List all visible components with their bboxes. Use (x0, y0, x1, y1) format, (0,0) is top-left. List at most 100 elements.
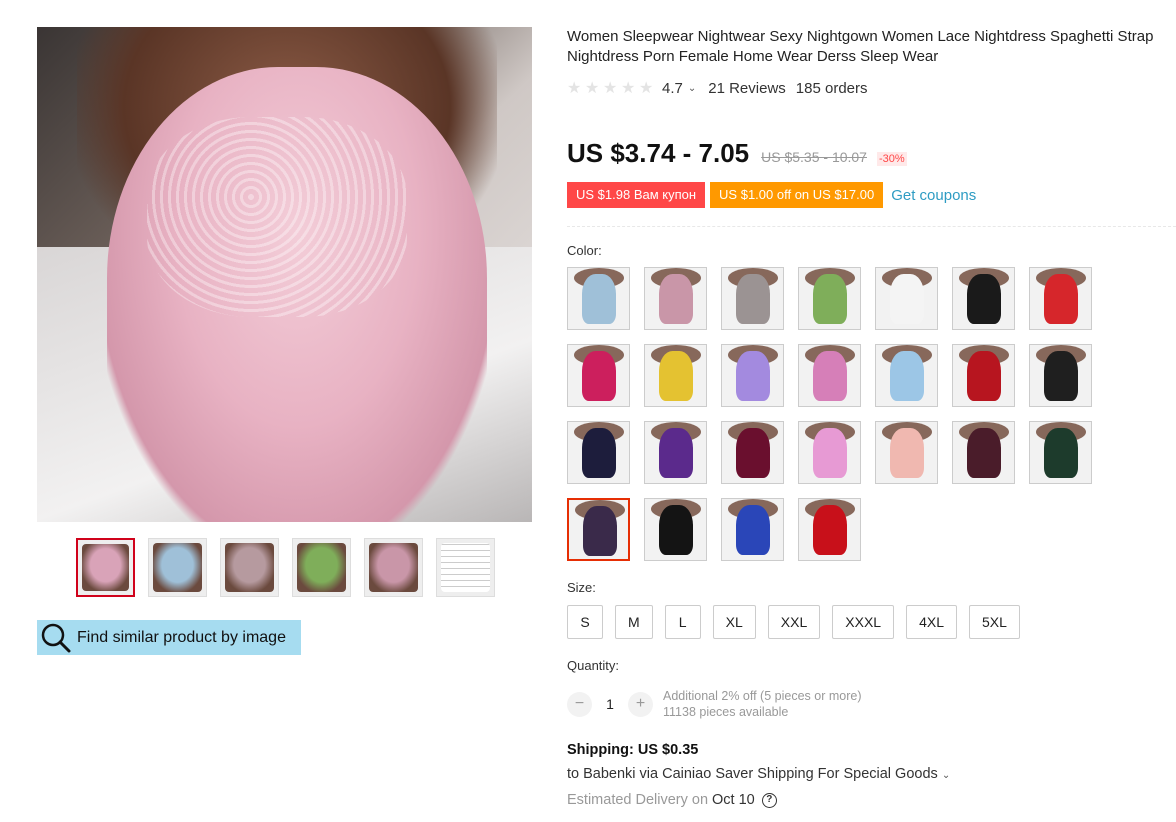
size-chart-image (441, 543, 490, 592)
estimated-delivery: Estimated Delivery on Oct 10 ? (567, 792, 777, 808)
reviews-link[interactable]: 21 Reviews (708, 80, 786, 97)
swatch-garment (583, 506, 617, 556)
swatch-garment (582, 274, 616, 324)
star-icon: ★ (639, 80, 654, 97)
swatch-garment (582, 428, 616, 478)
color-option[interactable] (721, 421, 784, 484)
color-option[interactable] (567, 421, 630, 484)
swatch-garment (659, 428, 693, 478)
size-option[interactable]: XXXL (832, 605, 895, 639)
delivery-date: Oct 10 (712, 792, 755, 808)
magnifier-icon (39, 621, 73, 655)
quantity-plus-button[interactable]: + (628, 691, 653, 717)
color-option[interactable] (1029, 421, 1092, 484)
swatch-garment (1044, 428, 1078, 478)
image-lace (147, 117, 407, 317)
color-option[interactable] (721, 498, 784, 561)
gallery-thumbnail[interactable] (292, 538, 351, 597)
color-options (567, 267, 1107, 561)
swatch-garment (736, 351, 770, 401)
swatch-garment (659, 505, 693, 555)
color-option[interactable] (567, 267, 630, 330)
chevron-down-icon: ⌄ (941, 770, 951, 781)
color-option[interactable] (798, 498, 861, 561)
rating-row: ★ ★ ★ ★ ★ 4.7 ⌄ 21 Reviews 185 orders (567, 80, 868, 97)
discount-badge: -30% (876, 152, 907, 166)
coupon-badge[interactable]: US $1.00 off on US $17.00 (710, 182, 884, 208)
divider (567, 226, 1176, 227)
rating-value[interactable]: 4.7 (662, 80, 683, 97)
orders-count: 185 orders (795, 80, 868, 97)
color-option[interactable] (644, 344, 707, 407)
coupons-row: US $1.98 Вам купон US $1.00 off on US $1… (567, 182, 976, 208)
gallery-thumbnail[interactable] (76, 538, 135, 597)
shipping-price: Shipping: US $0.35 (567, 742, 699, 758)
color-option[interactable] (1029, 344, 1092, 407)
swatch-garment (736, 428, 770, 478)
color-option[interactable] (952, 421, 1015, 484)
quantity-minus-button[interactable]: − (567, 691, 592, 717)
color-option[interactable] (644, 498, 707, 561)
size-option[interactable]: 4XL (906, 605, 957, 639)
size-option[interactable]: L (664, 605, 701, 639)
find-similar-button[interactable]: Find similar product by image (37, 620, 301, 655)
gallery-thumbnail[interactable] (148, 538, 207, 597)
color-option[interactable] (875, 344, 938, 407)
color-option[interactable] (567, 498, 630, 561)
size-options: S M L XL XXL XXXL 4XL 5XL (567, 605, 1020, 639)
color-option[interactable] (875, 421, 938, 484)
price-row: US $3.74 - 7.05 US $5.35 - 10.07 -30% (567, 138, 907, 169)
color-option[interactable] (798, 267, 861, 330)
chevron-down-icon[interactable]: ⌄ (688, 83, 696, 94)
quantity-label: Quantity: (567, 658, 620, 673)
gallery-thumbnail-size-chart[interactable] (436, 538, 495, 597)
swatch-garment (967, 274, 1001, 324)
main-product-image[interactable] (37, 27, 532, 522)
gallery-thumbnail[interactable] (364, 538, 423, 597)
color-option[interactable] (952, 344, 1015, 407)
star-icon: ★ (567, 80, 582, 97)
shipping-route[interactable]: to Babenki via Cainiao Saver Shipping Fo… (567, 766, 950, 782)
color-option[interactable] (875, 267, 938, 330)
quantity-value[interactable]: 1 (592, 696, 628, 712)
bulk-discount-text: Additional 2% off (5 pieces or more) (663, 689, 862, 703)
color-option[interactable] (644, 421, 707, 484)
swatch-garment (736, 274, 770, 324)
color-label: Color: (567, 243, 602, 258)
size-option[interactable]: S (567, 605, 603, 639)
swatch-garment (813, 274, 847, 324)
star-icon: ★ (585, 80, 600, 97)
get-coupons-link[interactable]: Get coupons (891, 187, 976, 204)
question-circle-icon[interactable]: ? (761, 792, 777, 808)
swatch-garment (890, 351, 924, 401)
color-option[interactable] (798, 344, 861, 407)
color-option[interactable] (567, 344, 630, 407)
rating-stars: ★ ★ ★ ★ ★ (567, 80, 654, 97)
quantity-stepper: − 1 + Additional 2% off (5 pieces or mor… (567, 688, 861, 720)
color-option[interactable] (798, 421, 861, 484)
color-option[interactable] (721, 267, 784, 330)
size-option[interactable]: M (615, 605, 653, 639)
size-label: Size: (567, 580, 596, 595)
color-option[interactable] (644, 267, 707, 330)
size-option[interactable]: XXL (767, 605, 821, 639)
gallery-thumbnail[interactable] (220, 538, 279, 597)
size-option[interactable]: XL (712, 605, 756, 639)
product-title: Women Sleepwear Nightwear Sexy Nightgown… (567, 28, 1154, 65)
coupon-badge[interactable]: US $1.98 Вам купон (567, 182, 706, 208)
thumbnail-strip (76, 538, 495, 597)
size-option[interactable]: 5XL (969, 605, 1020, 639)
swatch-garment (813, 351, 847, 401)
swatch-garment (890, 428, 924, 478)
color-option[interactable] (721, 344, 784, 407)
star-icon: ★ (603, 80, 618, 97)
stock-available-text: 11138 pieces available (663, 705, 789, 719)
swatch-garment (1044, 351, 1078, 401)
swatch-garment (736, 505, 770, 555)
delivery-prefix: Estimated Delivery on (567, 792, 709, 808)
original-price: US $5.35 - 10.07 (761, 149, 867, 165)
thumbnail-image (297, 543, 346, 592)
color-option[interactable] (952, 267, 1015, 330)
color-option[interactable] (1029, 267, 1092, 330)
swatch-garment (813, 505, 847, 555)
